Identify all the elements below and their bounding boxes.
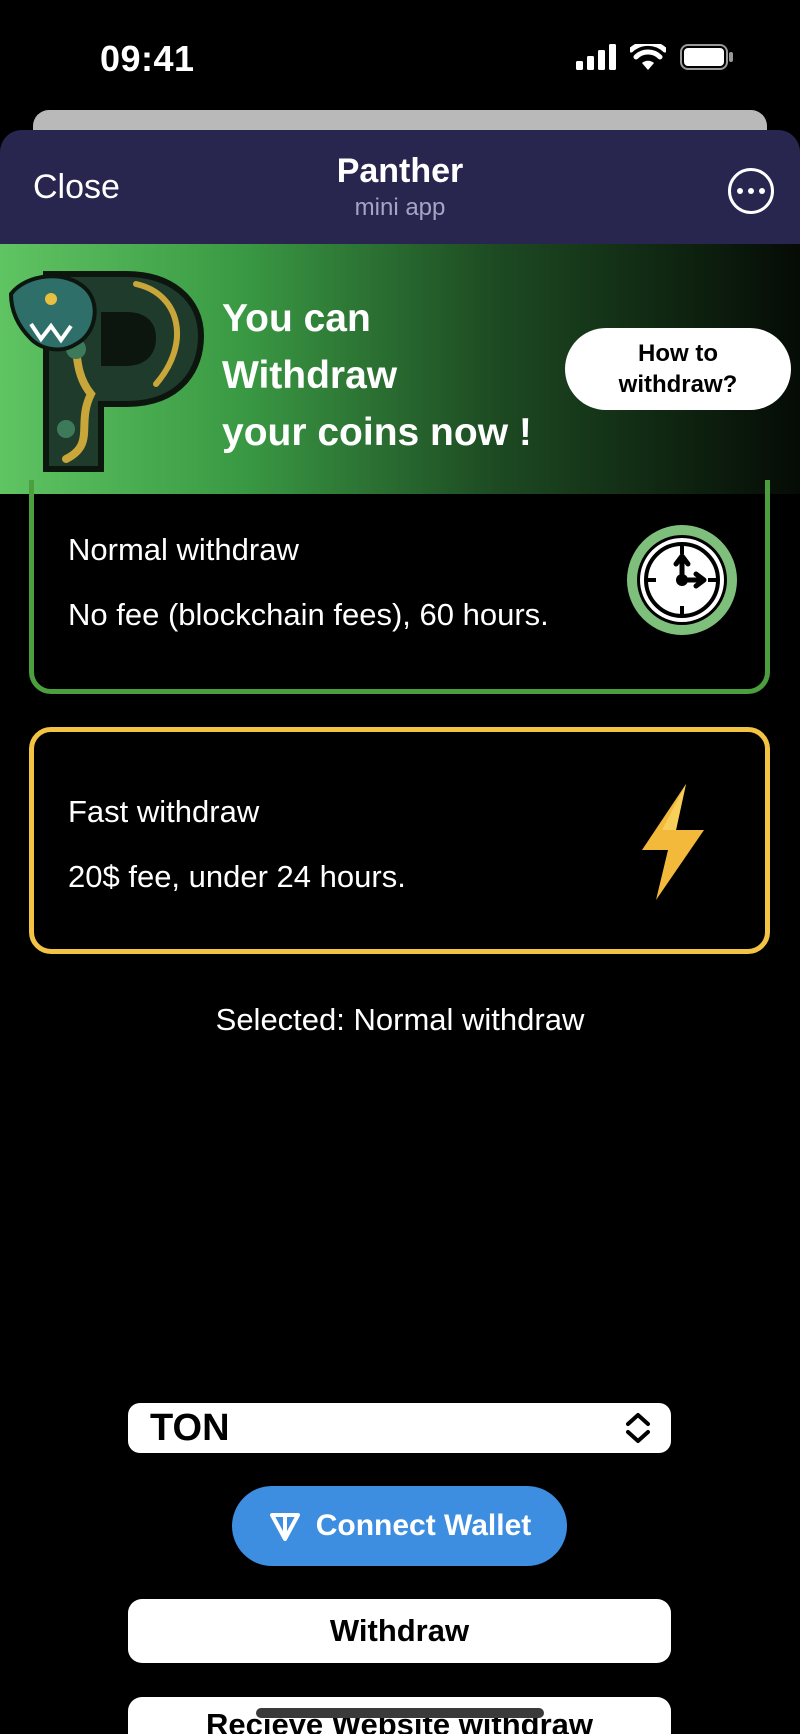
ton-icon	[269, 1513, 300, 1541]
status-time: 09:41	[100, 38, 195, 79]
home-indicator	[256, 1708, 544, 1718]
withdraw-button[interactable]: Withdraw	[128, 1599, 671, 1663]
banner-line-1: You can	[222, 297, 371, 340]
app-title: Panther	[336, 152, 464, 190]
normal-withdraw-option[interactable]: Normal withdraw No fee (blockchain fees)…	[29, 480, 770, 694]
status-icons	[576, 44, 734, 70]
option-description: No fee (blockchain fees), 60 hours.	[68, 597, 549, 632]
banner-headline: You can Withdraw your coins now !	[222, 290, 532, 461]
connect-wallet-button[interactable]: Connect Wallet	[232, 1486, 567, 1566]
option-title: Normal withdraw	[68, 532, 299, 567]
banner-line-3: your coins now !	[222, 411, 532, 454]
panther-logo-icon	[8, 271, 205, 472]
selected-option-label: Selected: Normal withdraw	[215, 1002, 585, 1037]
wifi-icon	[630, 44, 666, 70]
app-header: Close Panther mini app	[0, 130, 800, 244]
lightning-icon	[642, 784, 704, 900]
ellipsis-circle-icon[interactable]	[728, 168, 774, 214]
option-description: 20$ fee, under 24 hours.	[68, 859, 406, 894]
promo-banner: You can Withdraw your coins now ! How to…	[0, 244, 800, 494]
status-bar: 09:41	[0, 0, 800, 110]
fast-withdraw-option[interactable]: Fast withdraw 20$ fee, under 24 hours.	[29, 727, 770, 954]
chevron-up-down-icon	[626, 1413, 650, 1443]
currency-select-value: TON	[150, 1407, 230, 1449]
battery-icon	[680, 44, 733, 70]
currency-select[interactable]: TON	[128, 1403, 671, 1453]
how-to-withdraw-button[interactable]: How to withdraw?	[565, 328, 791, 410]
option-title: Fast withdraw	[68, 794, 260, 829]
app-subtitle: mini app	[354, 194, 446, 221]
banner-line-2: Withdraw	[222, 354, 398, 397]
clock-icon	[627, 525, 737, 635]
signal-icon	[576, 44, 616, 70]
connect-wallet-label: Connect Wallet	[315, 1509, 532, 1542]
